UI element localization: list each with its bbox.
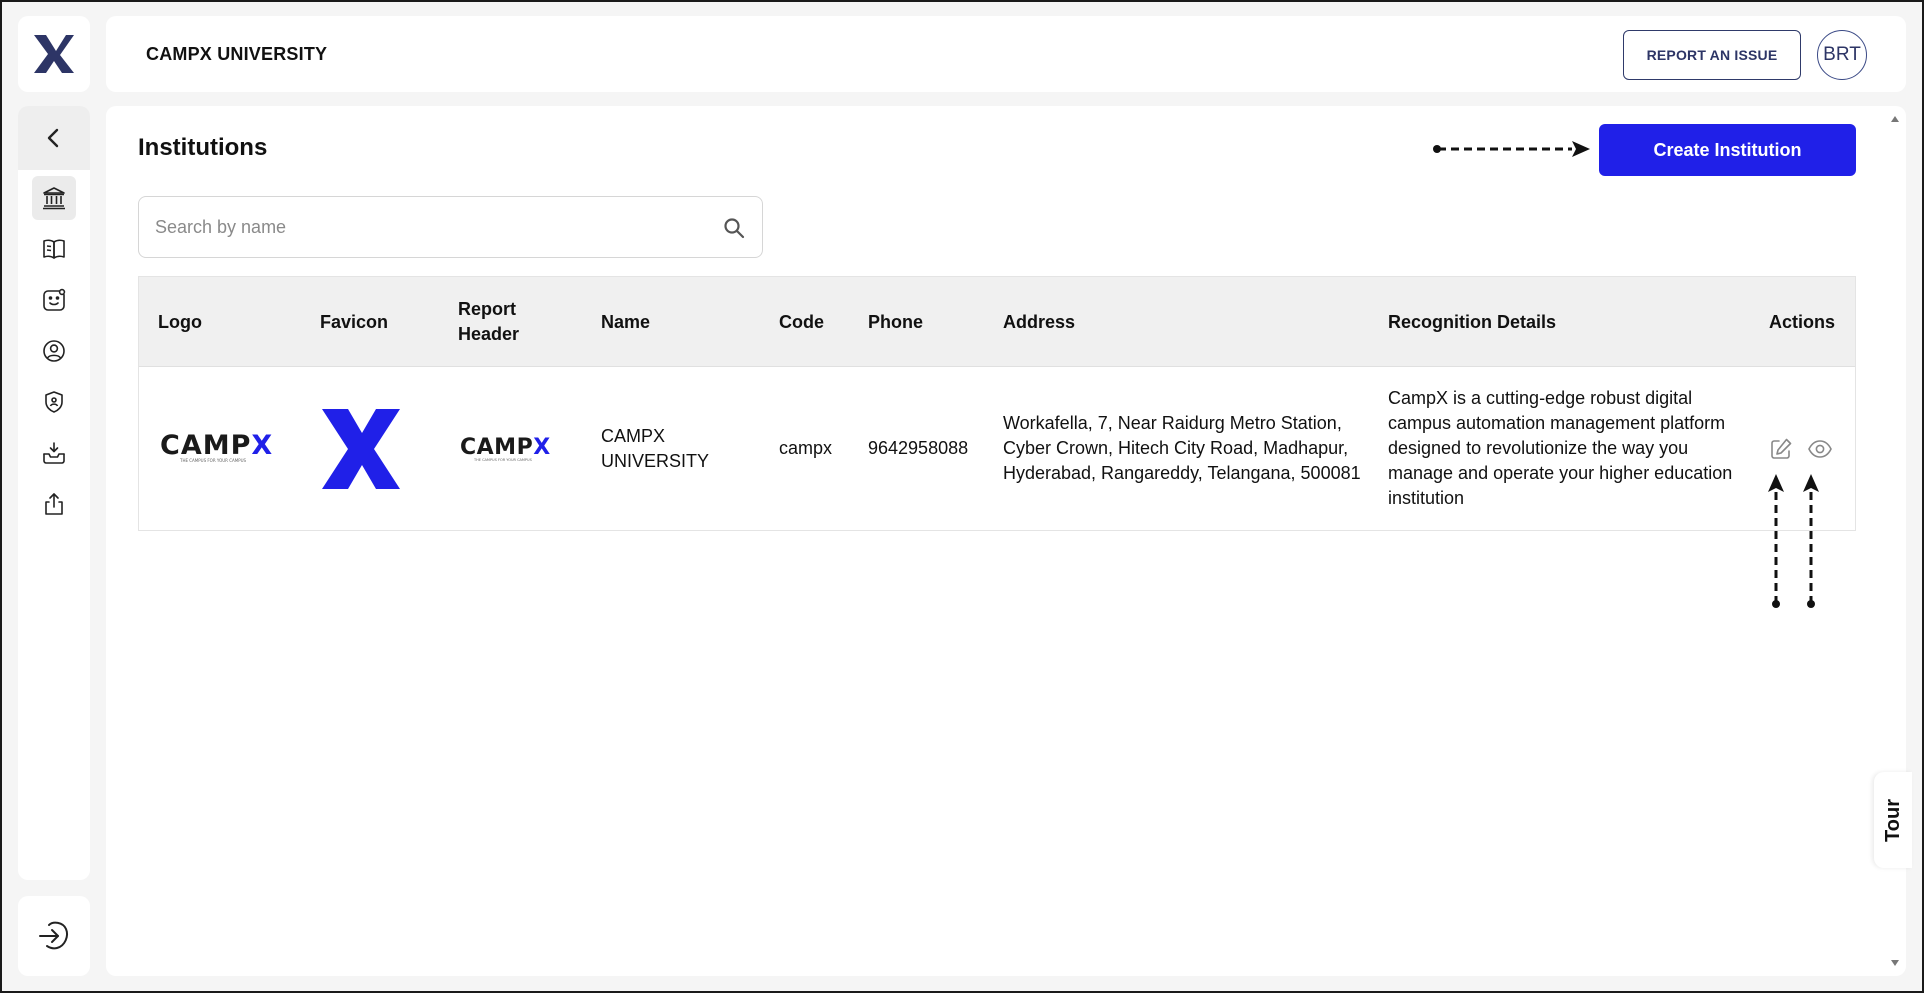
favicon-x-icon [322,408,400,489]
column-header-code: Code [779,311,824,332]
svg-text:THE CAMPUS FOR YOUR CAMPUS: THE CAMPUS FOR YOUR CAMPUS [473,458,533,462]
svg-text:CAMPX: CAMPX [160,430,273,461]
university-title: CAMPX UNIVERSITY [146,44,328,64]
sidebar-item-uploads[interactable] [32,482,76,526]
sidebar-item-downloads[interactable] [32,431,76,475]
logout-button[interactable] [18,896,90,976]
cell-recognition-details: CampX is a cutting-edge robust digital c… [1388,388,1733,508]
cell-phone: 9642958088 [868,438,969,458]
user-circle-icon [43,340,65,362]
column-header-name: Name [601,311,651,332]
logout-icon [39,921,68,950]
view-icon[interactable] [1807,437,1833,461]
id-card-icon [43,288,66,311]
column-header-recognition: Recognition Details [1388,311,1557,332]
column-header-logo: Logo [158,311,202,332]
institution-icon [43,187,65,210]
column-header-address: Address [1003,311,1076,332]
user-avatar[interactable]: BRT [1817,30,1867,80]
column-header-favicon: Favicon [320,311,389,332]
sidebar [18,106,90,880]
search-input[interactable] [155,197,695,257]
logo-cell: CAMPX THE CAMPUS FOR YOUR CAMPUS [158,367,298,530]
page-title: Institutions [138,134,268,161]
sidebar-item-users[interactable] [32,329,76,373]
table-row: CAMPX THE CAMPUS FOR YOUR CAMPUS CAMPX T… [139,367,1855,530]
column-header-phone: Phone [868,311,924,332]
report-issue-button[interactable]: REPORT AN ISSUE [1623,30,1801,80]
main-content: Institutions Create Institution Logo Fav… [106,106,1906,976]
svg-text:CAMPX: CAMPX [460,435,551,460]
column-header-actions: Actions [1769,311,1836,332]
cell-name: CAMPX UNIVERSITY [601,425,710,471]
institutions-table: Logo Favicon Report Header Name Code Pho… [138,276,1856,531]
tour-tab[interactable]: Tour [1874,772,1912,868]
campx-x-logo-icon [34,35,74,73]
book-icon [43,239,65,259]
cell-actions [1769,367,1849,530]
institution-logo-image: CAMPX THE CAMPUS FOR YOUR CAMPUS [160,430,273,463]
sidebar-collapse-button[interactable] [18,106,90,170]
sidebar-item-courses[interactable] [32,227,76,271]
tour-label: Tour [1881,798,1904,842]
chevron-left-icon [47,128,59,148]
scroll-down-icon[interactable] [1885,952,1905,972]
column-header-report-header: Report Header [458,299,520,344]
report-header-cell: CAMPX THE CAMPUS FOR YOUR CAMPUS [458,367,578,530]
search-box [138,196,763,258]
cell-address: Workafella, 7, Near Raidurg Metro Statio… [1003,413,1361,483]
edit-icon[interactable] [1769,437,1793,461]
svg-text:THE CAMPUS FOR YOUR CAMPUS: THE CAMPUS FOR YOUR CAMPUS [179,458,247,463]
scroll-up-icon[interactable] [1885,110,1905,130]
inbox-download-icon [43,442,65,464]
favicon-cell [320,367,430,530]
sidebar-item-institutions[interactable] [32,176,76,220]
cell-code: campx [779,438,833,458]
search-icon[interactable] [722,216,746,240]
create-institution-button[interactable]: Create Institution [1599,124,1856,176]
table-header: Logo Favicon Report Header Name Code Pho… [139,277,1855,367]
shield-user-icon [45,391,63,413]
sidebar-item-security[interactable] [32,380,76,424]
report-header-image: CAMPX THE CAMPUS FOR YOUR CAMPUS [460,435,551,462]
sidebar-item-profiles[interactable] [32,278,76,322]
upload-icon [45,493,63,515]
top-header: CAMPX UNIVERSITY REPORT AN ISSUE BRT [106,16,1906,92]
app-logo[interactable] [18,16,90,92]
